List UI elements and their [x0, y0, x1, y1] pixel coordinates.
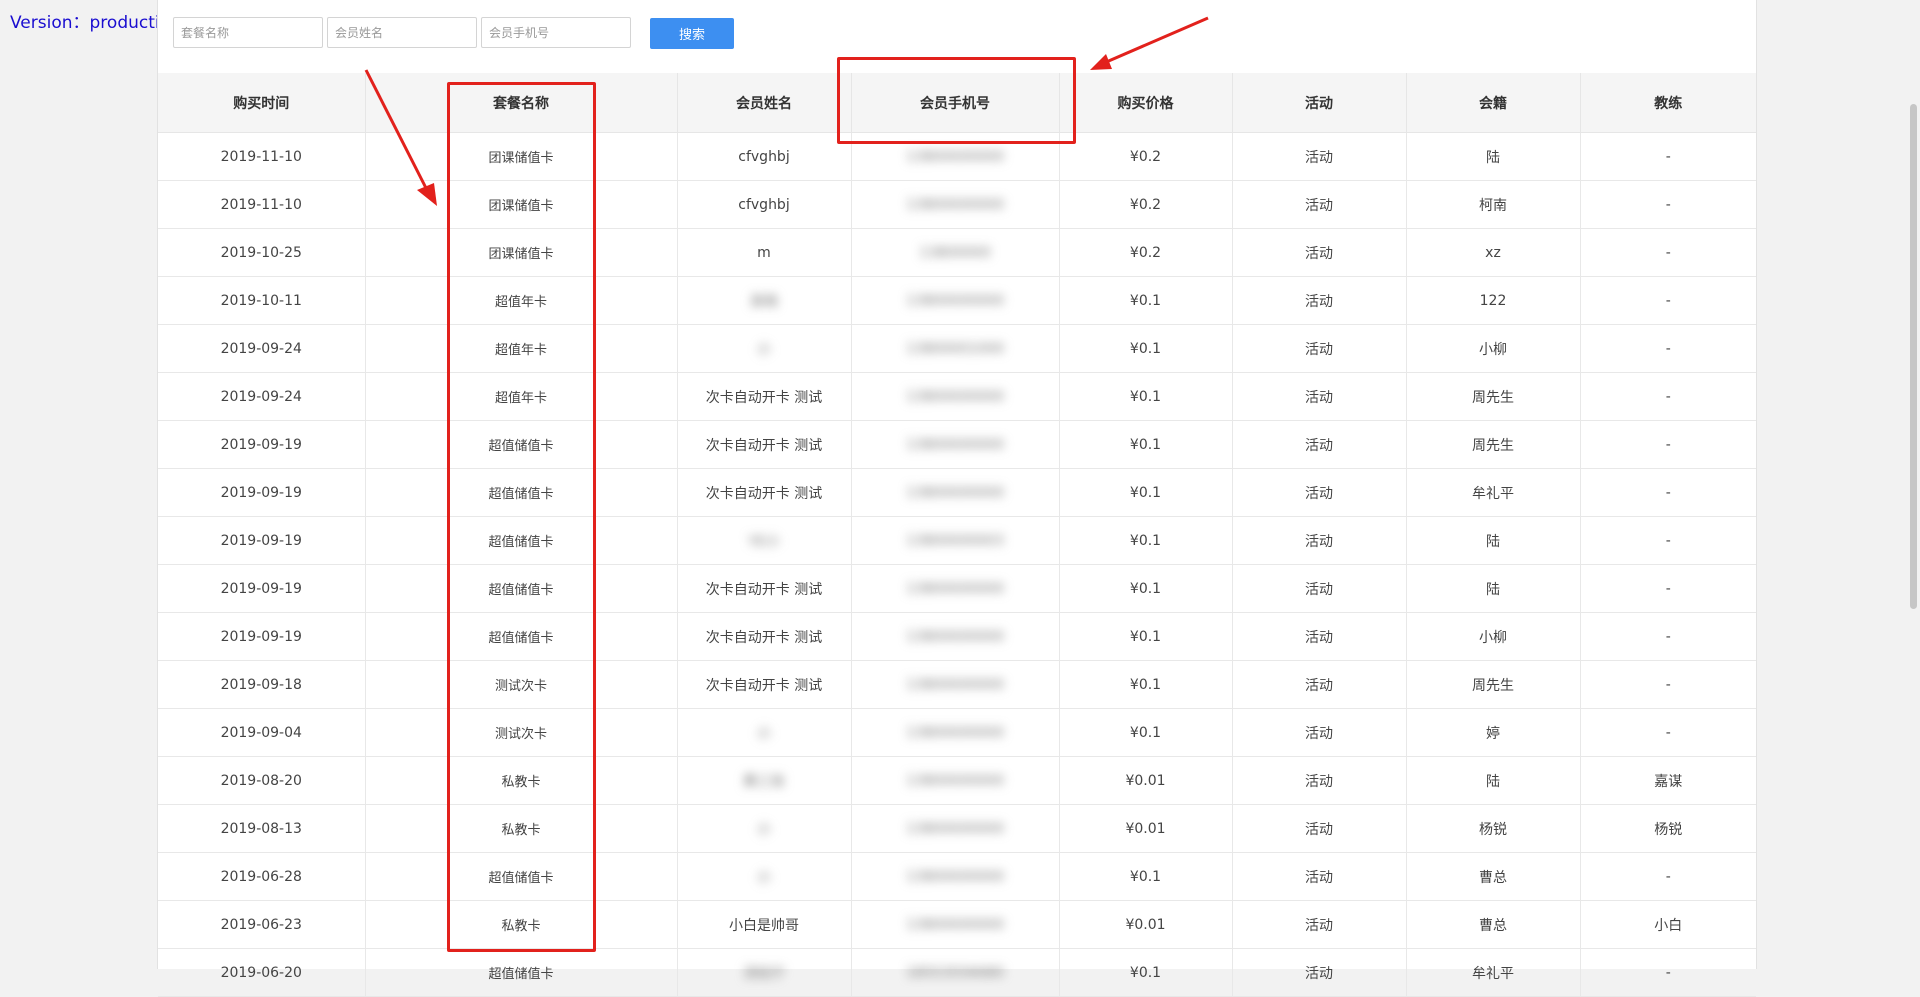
arrow-head-phone	[1090, 54, 1112, 70]
scrollbar[interactable]	[1908, 0, 1920, 969]
arrow-head-package	[417, 183, 437, 206]
scrollbar-thumb[interactable]	[1910, 104, 1917, 609]
annotation-arrows	[364, 16, 1209, 206]
arrow-to-phone-header	[1103, 16, 1209, 65]
arrow-to-package-column	[364, 69, 430, 193]
